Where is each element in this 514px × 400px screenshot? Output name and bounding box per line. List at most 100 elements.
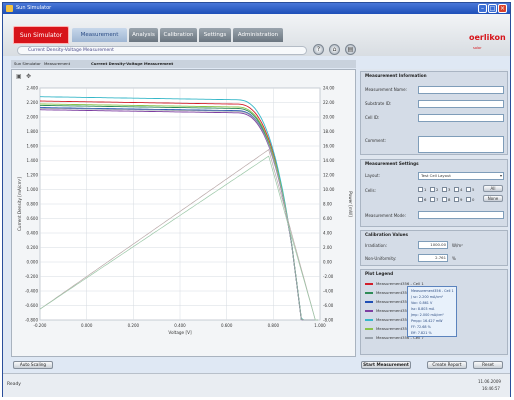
y2-tick-label: 20.00 xyxy=(323,115,335,120)
section-title: Measurement Settings xyxy=(365,161,419,166)
tab-sun-simulator[interactable]: Sun Simulator xyxy=(13,26,69,44)
tooltip-line: Voc: 0.861 V xyxy=(411,301,433,305)
measurement-mode-label: Measurement Mode: xyxy=(365,213,406,218)
y-tick-label: 0.400 xyxy=(27,231,39,236)
minimize-button[interactable]: – xyxy=(478,4,487,13)
y-tick-label: 0.800 xyxy=(27,202,39,207)
y-tick-label: 0.000 xyxy=(27,260,39,265)
cell-checkbox-label: 5 xyxy=(472,187,475,192)
status-date: 11.06.2009 xyxy=(478,379,501,384)
field-label: Cell ID: xyxy=(365,115,380,120)
maximize-button[interactable]: □ xyxy=(488,4,497,13)
y-tick-label: 0.600 xyxy=(27,216,39,221)
home-icon[interactable]: ⌂ xyxy=(329,44,340,55)
tab-analysis[interactable]: Analysis xyxy=(129,28,158,42)
y-tick-label: 2.400 xyxy=(27,86,39,91)
cells-row-1: 1 2 3 4 5 xyxy=(418,186,478,193)
cell-checkbox-label: 3 xyxy=(448,187,451,192)
y-axis-label-right: Power [mW] xyxy=(348,191,353,217)
tooltip-line: Measurement356 - Cell 1 xyxy=(411,289,454,293)
cell-checkbox[interactable] xyxy=(430,187,435,192)
reset-button[interactable]: Reset xyxy=(473,361,503,369)
help-icon[interactable]: ? xyxy=(313,44,324,55)
cell-checkbox-label: 0 xyxy=(472,197,475,202)
legend-swatch xyxy=(365,328,373,330)
legend-swatch xyxy=(365,301,373,303)
cell-checkbox[interactable] xyxy=(430,197,435,202)
measurement-name-input[interactable] xyxy=(418,86,504,94)
legend-swatch xyxy=(365,292,373,294)
close-button[interactable]: × xyxy=(498,4,507,13)
status-bar: Ready 11.06.2009 16:46:57 xyxy=(3,373,510,397)
status-time: 16:46:57 xyxy=(482,386,500,391)
cell-checkbox[interactable] xyxy=(454,197,459,202)
y-tick-label: 1.800 xyxy=(27,129,39,134)
window-title: Sun Simulator xyxy=(16,5,52,11)
section-title: Measurement Information xyxy=(365,73,427,78)
auto-scaling-button[interactable]: Auto Scaling xyxy=(13,361,53,369)
y-tick-label: 1.600 xyxy=(27,144,39,149)
layout-select[interactable]: Test Cell Layout ▾ xyxy=(418,172,504,180)
y2-tick-label: 2.00 xyxy=(323,245,332,250)
cell-checkbox[interactable] xyxy=(418,197,423,202)
breadcrumb-item[interactable]: Sun Simulator xyxy=(14,61,41,67)
comment-textarea[interactable] xyxy=(418,136,504,153)
substrate-id-input[interactable] xyxy=(418,100,504,108)
breadcrumb-item[interactable]: Measurement xyxy=(44,61,70,67)
y2-tick-label: 6.00 xyxy=(323,216,332,221)
tooltip-line: J sc: 2.200 mA/cm² xyxy=(411,295,444,299)
subnavigation-label[interactable]: Current Density-Voltage Measurement xyxy=(28,48,114,53)
tab-calibration[interactable]: Calibration xyxy=(160,28,197,42)
breadcrumb: Sun Simulator Measurement Current Densit… xyxy=(11,60,356,68)
cell-id-input[interactable] xyxy=(418,114,504,122)
irradiation-value: 1000.00 xyxy=(418,241,448,249)
y2-tick-label: -8.00 xyxy=(323,318,334,323)
y-tick-label: -0.600 xyxy=(25,303,38,308)
cell-checkbox[interactable] xyxy=(466,187,471,192)
measurement-mode-select[interactable] xyxy=(418,211,504,219)
start-measurement-button[interactable]: Start Measurement xyxy=(361,361,411,369)
section-title: Calibration Values xyxy=(365,232,408,237)
breadcrumb-item: Current Density-Voltage Measurement xyxy=(91,61,174,66)
y2-tick-label: 12.00 xyxy=(323,173,335,178)
calibration-values-section: Calibration Values Irradiation: 1000.00 … xyxy=(360,230,508,266)
chevron-down-icon: ▾ xyxy=(499,173,502,178)
create-report-button[interactable]: Create Report xyxy=(427,361,467,369)
print-icon[interactable]: ▤ xyxy=(345,44,356,55)
x-tick-label: 0.400 xyxy=(174,323,186,328)
y2-tick-label: 10.00 xyxy=(323,187,335,192)
pan-icon[interactable]: ✥ xyxy=(26,73,31,80)
y2-tick-label: -2.00 xyxy=(323,274,334,279)
cell-checkbox[interactable] xyxy=(442,187,447,192)
y-tick-label: -0.800 xyxy=(25,318,38,323)
section-title: Plot Legend xyxy=(365,271,394,276)
cell-checkbox-label: 7 xyxy=(436,197,439,202)
tab-administration[interactable]: Administration xyxy=(233,28,283,42)
cell-checkbox-label: 6 xyxy=(424,197,427,202)
cells-row-2: 6 7 8 9 0 xyxy=(418,196,478,203)
tab-settings[interactable]: Settings xyxy=(199,28,231,42)
status-text: Ready xyxy=(7,382,21,387)
cells-label: Cells: xyxy=(365,188,376,193)
cell-checkbox[interactable] xyxy=(466,197,471,202)
x-tick-label: -0.200 xyxy=(34,323,47,328)
tab-measurement[interactable]: Measurement xyxy=(72,28,127,42)
field-label: Measurement Name: xyxy=(365,87,407,92)
cell-checkbox[interactable] xyxy=(442,197,447,202)
y-tick-label: 1.200 xyxy=(27,173,39,178)
cell-checkbox[interactable] xyxy=(418,187,423,192)
select-none-button[interactable]: None xyxy=(483,195,503,202)
tooltip-line: Jmp: 2.000 mA/cm² xyxy=(411,313,444,317)
select-all-button[interactable]: All xyxy=(483,185,503,192)
cell-checkbox[interactable] xyxy=(454,187,459,192)
cell-checkbox-label: 8 xyxy=(448,197,451,202)
legend-swatch xyxy=(365,337,373,339)
jv-chart[interactable]: -0.200 0.000 0.200 0.400 0.600 0.800 1.000 2.40… xyxy=(12,80,355,355)
legend-swatch xyxy=(365,283,373,285)
x-tick-label: 0.200 xyxy=(128,323,140,328)
y-tick-label: -0.400 xyxy=(25,289,38,294)
x-tick-label: 0.800 xyxy=(268,323,280,328)
x-axis-label: Voltage [V] xyxy=(168,330,192,335)
y-tick-label: 1.400 xyxy=(27,158,39,163)
zoom-icon[interactable]: ▣ xyxy=(16,73,22,80)
